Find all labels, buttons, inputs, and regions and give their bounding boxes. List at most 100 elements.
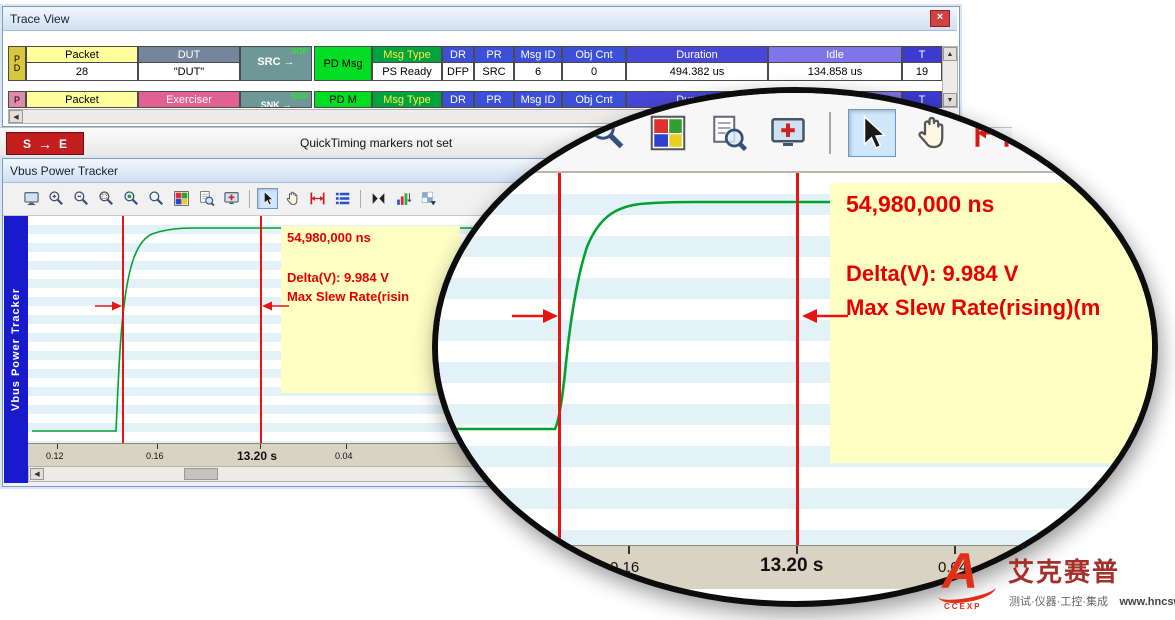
vendor-tagline: 测试·仪器·工控·集成	[1009, 596, 1108, 608]
axis-tick	[57, 444, 58, 449]
toolbar-separator	[249, 190, 250, 208]
pd-msg-cell[interactable]: PD Msg	[314, 46, 372, 81]
zoom-region-icon	[98, 190, 115, 207]
scroll-up-icon: ▲	[947, 51, 954, 58]
toolbar-separator	[360, 190, 361, 208]
display-button[interactable]	[21, 188, 42, 209]
msg-type-value[interactable]: PS Ready	[372, 62, 442, 81]
zoom-region-button[interactable]	[96, 188, 117, 209]
scroll-left-icon: ◀	[13, 113, 18, 121]
hand-icon	[284, 190, 301, 207]
trace-view-titlebar[interactable]: Trace View ×	[3, 7, 957, 31]
zoom-reset-button[interactable]	[146, 188, 167, 209]
quicktiming-markers-button[interactable]: S → E	[6, 132, 84, 155]
idle-header: Idle	[768, 46, 902, 63]
zoom-in-icon	[588, 113, 628, 153]
palette-icon	[648, 113, 688, 153]
screen-capture-icon	[223, 190, 240, 207]
filter-icon	[420, 190, 437, 207]
zoom-in-button[interactable]	[584, 109, 632, 157]
scroll-left-button[interactable]: ◀	[30, 468, 44, 480]
magnifier-overlay: 54,980,000 ns Delta(V): 9.984 V Max Slew…	[432, 87, 1158, 607]
zoom-delta-v-label: Delta(V): 9.984 V	[846, 261, 1018, 287]
quicktiming-message: QuickTiming markers not set	[300, 136, 452, 150]
statistics-icon	[395, 190, 412, 207]
statistics-button[interactable]	[393, 188, 414, 209]
vendor-website: www.hncsw.net	[1119, 596, 1175, 608]
timing-marker-button[interactable]	[968, 109, 1016, 157]
zoom-results-button[interactable]	[196, 188, 217, 209]
screen-capture-button[interactable]	[764, 109, 812, 157]
t-value[interactable]: 19	[902, 62, 942, 81]
axis-tick	[157, 444, 158, 449]
zoom-out-button[interactable]	[71, 188, 92, 209]
report-list-button[interactable]	[1028, 109, 1076, 157]
hand-tool-button[interactable]	[908, 109, 956, 157]
zoom-in-button[interactable]	[46, 188, 67, 209]
src-arrow-icon: →	[284, 56, 295, 68]
msg-id-value[interactable]: 6	[514, 62, 562, 81]
obj-cnt-value[interactable]: 0	[562, 62, 626, 81]
vbus-side-strip: Vbus Power Tracker	[4, 216, 28, 483]
zoom-toolbar	[438, 93, 1152, 173]
zoom-cursor-line-2[interactable]	[796, 173, 799, 565]
idle-value[interactable]: 134.858 us	[768, 62, 902, 81]
palette-button[interactable]	[171, 188, 192, 209]
msg-type-header: Msg Type	[372, 46, 442, 63]
screen-capture-button[interactable]	[221, 188, 242, 209]
pr-value[interactable]: SRC	[474, 62, 514, 81]
cursor-arrow-icon	[852, 113, 892, 153]
sop-label: SOP	[244, 48, 308, 56]
dr-value[interactable]: DFP	[442, 62, 474, 81]
duration-header: Duration	[626, 46, 768, 63]
report-list-icon	[1032, 113, 1072, 153]
close-button[interactable]: ×	[930, 10, 950, 27]
msg-id-header: Msg ID	[514, 46, 562, 63]
cursor-line-2[interactable]	[260, 216, 262, 443]
vendor-logo-mark: A CCEXP	[936, 550, 1002, 614]
t-header: T	[902, 46, 942, 63]
select-tool-button[interactable]	[257, 188, 278, 209]
logo-subtext: CCEXP	[944, 602, 982, 611]
cursor-line-1[interactable]	[122, 216, 124, 443]
sop-snk-cell[interactable]: SOP SNK →	[240, 91, 312, 108]
pd-row-marker[interactable]: P D	[8, 46, 26, 81]
select-tool-button[interactable]	[848, 109, 896, 157]
dut-value[interactable]: "DUT"	[138, 62, 240, 81]
report-list-button[interactable]	[332, 188, 353, 209]
axis-cursor-label: 13.20 s	[237, 449, 277, 463]
close-icon: ×	[937, 11, 943, 23]
packet-value[interactable]: 28	[26, 62, 138, 81]
zoom-in-icon	[48, 190, 65, 207]
hand-tool-button[interactable]	[282, 188, 303, 209]
zoom-chart-area: 54,980,000 ns Delta(V): 9.984 V Max Slew…	[438, 173, 1152, 545]
src-label: SRC	[257, 56, 280, 68]
pd-row-marker[interactable]: P	[8, 91, 26, 108]
zoom-fit-button[interactable]	[121, 188, 142, 209]
filter-button[interactable]	[418, 188, 439, 209]
marker-end-label: E	[59, 137, 67, 151]
collapse-icon	[370, 190, 387, 207]
scrollbar-thumb[interactable]	[184, 468, 218, 480]
zoom-cursor-line-1[interactable]	[558, 173, 561, 565]
scroll-up-button[interactable]: ▲	[943, 47, 957, 61]
scroll-left-button[interactable]: ◀	[9, 110, 23, 123]
zoom-fit-icon	[123, 190, 140, 207]
toolbar-separator	[829, 112, 831, 154]
axis-tick	[796, 546, 798, 554]
axis-label: 0.16	[146, 451, 164, 461]
axis-tick	[628, 546, 630, 554]
dr-header: DR	[442, 46, 474, 63]
sop-src-cell[interactable]: SOP SRC →	[240, 46, 312, 81]
collapse-button[interactable]	[368, 188, 389, 209]
timing-marker-button[interactable]	[307, 188, 328, 209]
measure-arrow-right-icon	[94, 300, 122, 312]
zoom-results-button[interactable]	[704, 109, 752, 157]
report-list-icon	[334, 190, 351, 207]
pd-msg-cell[interactable]: PD M	[314, 91, 372, 108]
palette-button[interactable]	[644, 109, 692, 157]
duration-value[interactable]: 494.382 us	[626, 62, 768, 81]
axis-cursor-label: 13.20 s	[760, 555, 823, 577]
marker-start-label: S	[23, 137, 31, 151]
measure-arrow-left-icon	[262, 300, 290, 312]
